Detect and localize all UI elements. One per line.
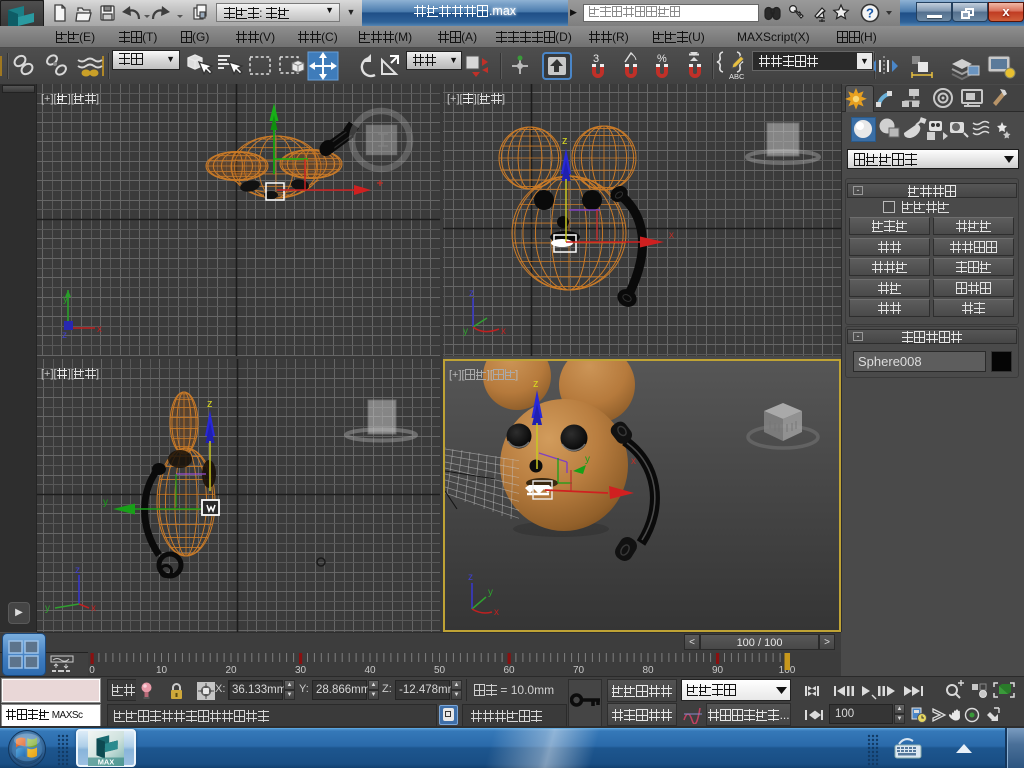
svg-text:40: 40 (364, 665, 376, 676)
svg-text:z: z (62, 330, 67, 341)
svg-text:70: 70 (573, 665, 585, 676)
svg-text:z: z (207, 398, 213, 410)
svg-text:y: y (63, 294, 68, 305)
svg-text:x: x (631, 456, 636, 467)
svg-text:y: y (585, 454, 590, 465)
svg-text:0: 0 (89, 665, 95, 676)
svg-text:x: x (669, 230, 674, 241)
svg-text:y: y (463, 326, 468, 337)
svg-text:90: 90 (712, 665, 724, 676)
svg-text:x: x (501, 326, 506, 337)
svg-text:%: % (657, 53, 667, 65)
svg-text:ABC: ABC (729, 72, 745, 81)
svg-text:x: x (494, 607, 499, 618)
svg-text:z: z (533, 378, 539, 390)
svg-text:?: ? (866, 6, 874, 21)
svg-text:x: x (97, 324, 102, 335)
svg-text:z: z (469, 288, 474, 299)
svg-text:3: 3 (593, 53, 599, 65)
svg-text:10: 10 (156, 665, 168, 676)
svg-text:z: z (468, 572, 473, 583)
svg-text:y: y (103, 497, 108, 508)
svg-text:80: 80 (642, 665, 654, 676)
svg-text:y: y (45, 603, 50, 614)
svg-text:z: z (562, 135, 568, 147)
svg-text:30: 30 (295, 665, 307, 676)
svg-text:y: y (488, 587, 493, 598)
svg-text:MAX: MAX (98, 757, 115, 766)
svg-text:20: 20 (225, 665, 237, 676)
svg-text:60: 60 (503, 665, 515, 676)
svg-text:x: x (91, 603, 96, 614)
svg-text:50: 50 (434, 665, 446, 676)
svg-text:z: z (75, 565, 80, 576)
